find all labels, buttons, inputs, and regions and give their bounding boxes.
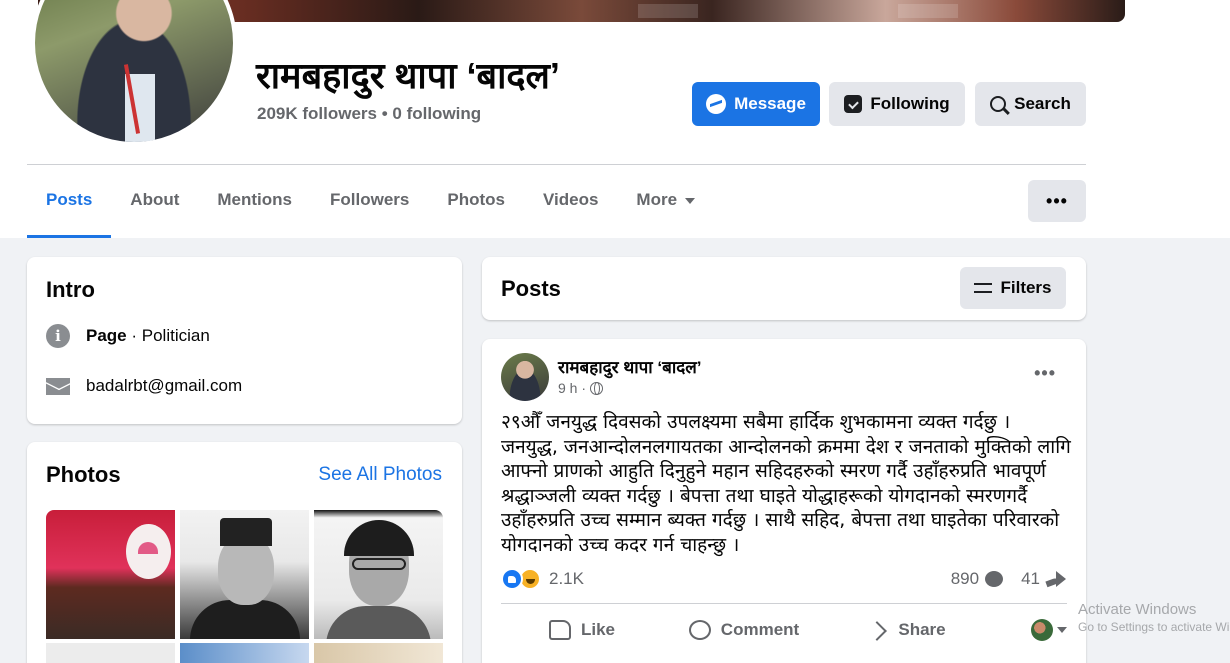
message-button[interactable]: Message	[692, 82, 820, 126]
like-button[interactable]: Like	[501, 620, 663, 640]
photo-thumbnail[interactable]	[180, 643, 309, 663]
tab-label: More	[636, 190, 678, 209]
engagement-counts: 890 41	[951, 569, 1066, 589]
post-text: २९औँ जनयुद्ध दिवसको उपलक्ष्यमा सबैमा हार…	[501, 411, 1071, 556]
messenger-icon	[706, 94, 727, 114]
like-reaction-icon	[501, 568, 523, 590]
tab-label: Posts	[46, 190, 93, 209]
filters-button[interactable]: Filters	[960, 267, 1066, 309]
react-as-selector[interactable]	[987, 619, 1067, 641]
photos-title: Photos	[46, 462, 121, 487]
filter-icon	[974, 281, 993, 295]
shares-count[interactable]: 41	[1021, 569, 1040, 589]
tab-label: Mentions	[217, 190, 292, 209]
comment-icon	[688, 620, 711, 640]
following-label: Following	[870, 94, 950, 113]
reactions-count: 2.1K	[549, 569, 584, 588]
posts-title: Posts	[501, 276, 561, 301]
photo-thumbnail[interactable]	[314, 510, 443, 639]
posts-header-card: Posts Filters	[482, 257, 1086, 320]
share-arrow-icon	[1046, 571, 1066, 587]
cover-detail	[638, 4, 698, 18]
post-author-name[interactable]: रामबहादुर थापा ‘बादल’	[558, 355, 702, 378]
profile-tabs: Posts About Mentions Followers Photos Vi…	[27, 180, 714, 238]
more-options-button[interactable]: •••	[1028, 180, 1086, 222]
message-label: Message	[734, 94, 806, 113]
share-icon	[866, 621, 888, 639]
thumb-detail	[190, 600, 300, 639]
comments-count[interactable]: 890	[951, 569, 979, 589]
share-label: Share	[898, 620, 946, 639]
tab-label: Followers	[330, 190, 410, 209]
tab-posts[interactable]: Posts	[27, 180, 112, 238]
see-all-photos-link[interactable]: See All Photos	[318, 464, 442, 486]
activate-windows-watermark: Activate Windows Go to Settings to activ…	[1078, 601, 1230, 634]
photo-thumbnail[interactable]	[180, 510, 309, 639]
category-bold: Page	[86, 326, 127, 345]
category-rest: · Politician	[126, 326, 210, 345]
globe-icon	[590, 381, 604, 395]
thumb-detail	[126, 524, 171, 579]
thumb-detail	[326, 606, 431, 639]
post-author-avatar[interactable]	[501, 353, 549, 401]
category-text: Page · Politician	[86, 326, 210, 346]
post-meta: 9 h ·	[558, 380, 604, 396]
photos-card: Photos See All Photos	[27, 442, 462, 663]
comment-label: Comment	[720, 620, 800, 639]
tab-label: Videos	[542, 190, 599, 209]
comment-bubble-icon	[985, 571, 1004, 587]
info-icon: i	[46, 324, 70, 348]
watermark-subtitle: Go to Settings to activate Windows.	[1078, 620, 1230, 634]
filters-label: Filters	[1000, 278, 1052, 297]
intro-title: Intro	[46, 277, 95, 302]
thumb-detail	[344, 520, 414, 556]
share-button[interactable]: Share	[825, 620, 987, 640]
tab-more[interactable]: More	[617, 180, 714, 238]
mail-icon	[46, 377, 70, 395]
thumb-detail	[220, 518, 272, 546]
reactions-summary[interactable]: 2.1K	[501, 568, 584, 590]
search-icon	[990, 96, 1007, 112]
photo-thumbnail[interactable]	[46, 643, 175, 663]
like-label: Like	[580, 620, 616, 639]
search-label: Search	[1014, 94, 1071, 113]
tab-mentions[interactable]: Mentions	[198, 180, 311, 238]
tab-label: About	[130, 190, 180, 209]
post-options-button[interactable]: •••	[1034, 363, 1056, 384]
tab-about[interactable]: About	[111, 180, 198, 238]
watermark-title: Activate Windows	[1078, 601, 1197, 618]
photo-thumbnail[interactable]	[314, 643, 443, 663]
chevron-down-icon	[1057, 627, 1067, 633]
tab-videos[interactable]: Videos	[524, 180, 617, 238]
chevron-down-icon	[685, 198, 696, 204]
search-button[interactable]: Search	[975, 82, 1086, 126]
thumb-detail	[352, 558, 406, 570]
profile-stats[interactable]: 209K followers • 0 following	[257, 104, 481, 124]
action-divider	[501, 603, 1067, 604]
following-icon	[844, 95, 863, 113]
tab-label: Photos	[447, 190, 505, 209]
profile-name: रामबहादुर थापा ‘बादल’	[256, 55, 560, 96]
post-actions: Like Comment Share	[501, 610, 1067, 650]
cover-detail	[898, 4, 958, 18]
tab-followers[interactable]: Followers	[311, 180, 428, 238]
like-icon	[548, 620, 571, 640]
post-card: रामबहादुर थापा ‘बादल’ 9 h · ••• २९औँ जनय…	[482, 339, 1086, 663]
comment-button[interactable]: Comment	[663, 620, 825, 640]
photo-thumbnail[interactable]	[46, 510, 175, 639]
intro-email: badalrbt@gmail.com	[46, 376, 242, 396]
header-divider	[27, 164, 1086, 165]
avatar	[1031, 619, 1053, 641]
post-time[interactable]: 9 h ·	[558, 380, 586, 396]
following-button[interactable]: Following	[829, 82, 965, 126]
tab-photos[interactable]: Photos	[428, 180, 524, 238]
email-link[interactable]: badalrbt@gmail.com	[86, 376, 242, 396]
intro-card: Intro i Page · Politician badalrbt@gmail…	[27, 257, 462, 424]
intro-category: i Page · Politician	[46, 324, 210, 348]
